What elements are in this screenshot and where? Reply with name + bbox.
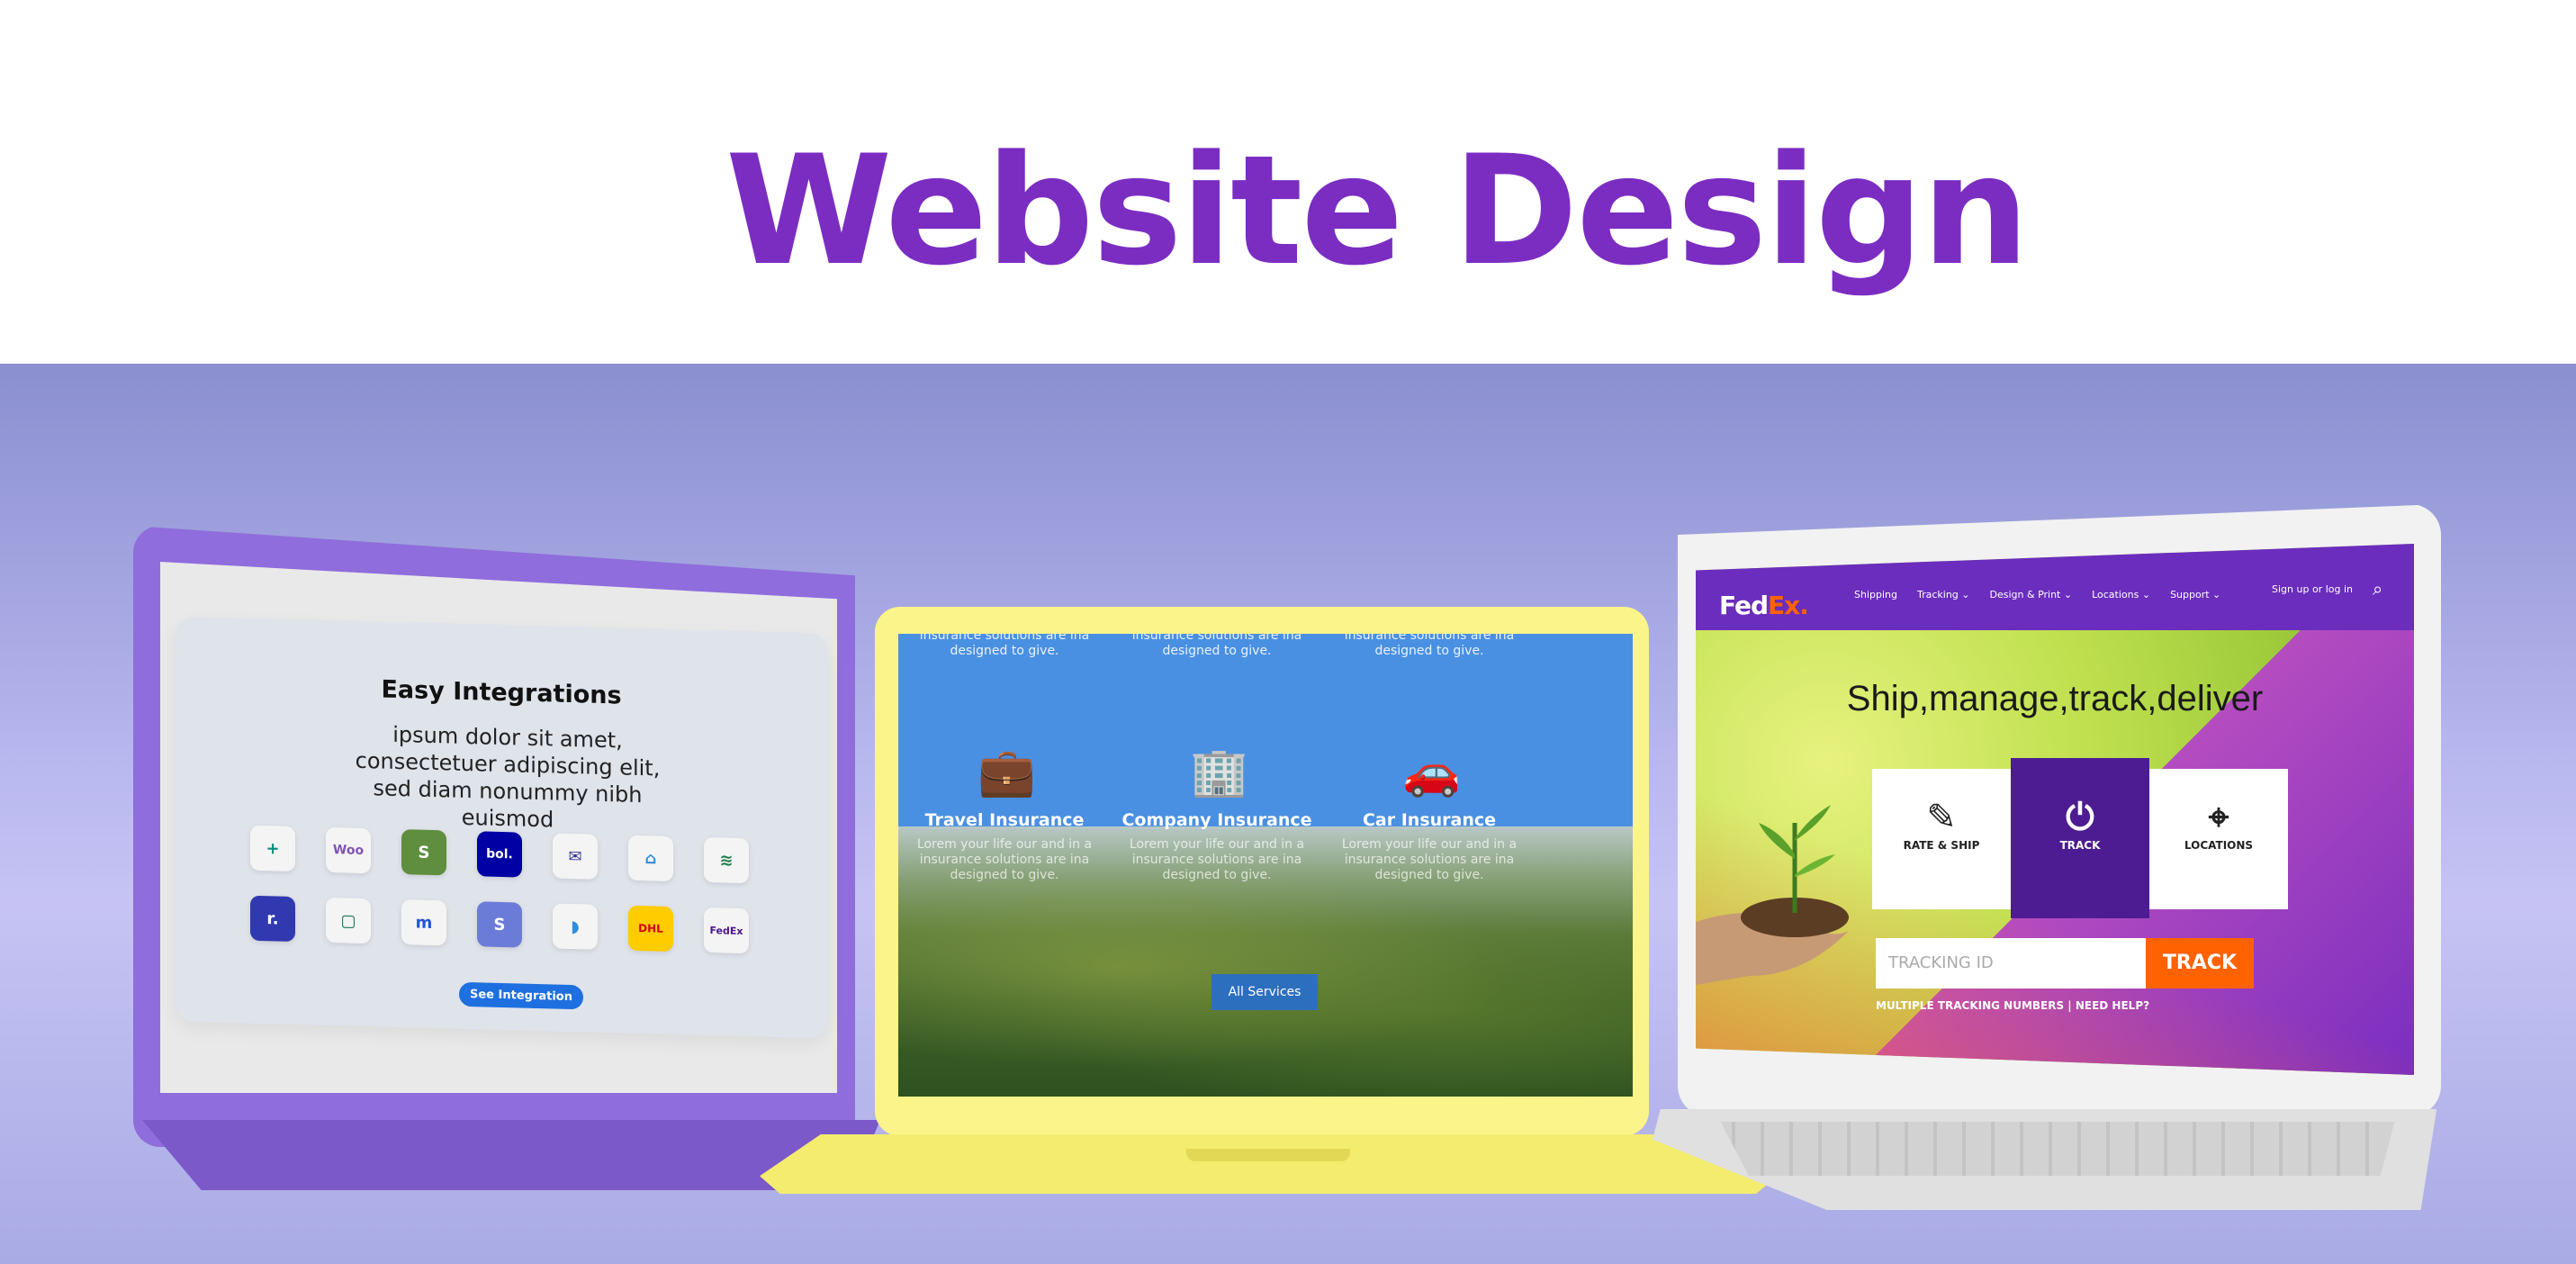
see-integration-button[interactable]: See Integration bbox=[459, 981, 583, 1010]
woocommerce-logo-icon[interactable]: Woo bbox=[326, 826, 371, 874]
logo-ex: Ex bbox=[1768, 591, 1800, 620]
home-logo-icon[interactable]: ⌂ bbox=[628, 835, 673, 882]
car-insurance-column: insurance solutions are ina designed to … bbox=[1323, 634, 1536, 883]
dhl-logo-icon[interactable]: DHL bbox=[628, 905, 673, 953]
search-icon[interactable]: ⌕ bbox=[2373, 578, 2382, 600]
column-top-text: insurance solutions are ina designed to … bbox=[1344, 634, 1515, 658]
postal-logo-icon[interactable]: ✉ bbox=[553, 833, 598, 880]
laptop-right-keyboard bbox=[1720, 1122, 2395, 1176]
m-logo-icon[interactable]: m bbox=[401, 899, 446, 946]
power-icon: ⏻ bbox=[2066, 797, 2094, 838]
square-logo-icon[interactable]: ▢ bbox=[326, 897, 371, 944]
fedex-logo-icon[interactable]: FedEx bbox=[704, 907, 749, 954]
stack-logo-icon[interactable]: ≋ bbox=[704, 836, 749, 884]
locations-label: LOCATIONS bbox=[2184, 839, 2254, 852]
integrations-text: ipsum dolor sit amet, consectetuer adipi… bbox=[355, 721, 661, 833]
insurance-site-screen: insurance solutions are ina designed to … bbox=[898, 634, 1633, 1097]
location-pin-icon: ⌖ bbox=[2208, 797, 2229, 838]
nav-design-print[interactable]: Design & Print ⌄ bbox=[1990, 589, 2073, 600]
hero-headline: Ship,manage,track,deliver bbox=[1846, 679, 2264, 718]
plant-in-hand-image bbox=[1696, 805, 1849, 985]
nav-links: Shipping Tracking ⌄ Design & Print ⌄ Loc… bbox=[1854, 589, 2220, 600]
integration-logos: + Woo S bol. ✉ ⌂ ≋ r. ▢ m S ◗ DHL FedEx bbox=[250, 825, 790, 955]
laptop-right: FedEx. Shipping Tracking ⌄ Design & Prin… bbox=[1653, 504, 2463, 1224]
d-logo-icon[interactable]: ◗ bbox=[553, 903, 598, 950]
trackpad-notch bbox=[1186, 1149, 1350, 1161]
all-services-button[interactable]: All Services bbox=[1211, 974, 1318, 1010]
rate-ship-tile[interactable]: ✎ RATE & SHIP bbox=[1872, 769, 2011, 909]
laptop-center-base bbox=[760, 1134, 1777, 1194]
help-links[interactable]: MULTIPLE TRACKING NUMBERS | NEED HELP? bbox=[1876, 999, 2149, 1012]
sign-in-link[interactable]: Sign up or log in bbox=[2272, 583, 2353, 595]
rate-ship-label: RATE & SHIP bbox=[1903, 839, 1980, 852]
header-area: Website Design bbox=[0, 0, 2576, 364]
fedex-logo[interactable]: FedEx. bbox=[1719, 591, 1809, 620]
building-icon: 🏢 bbox=[1190, 745, 1248, 799]
laptop-left: Easy Integrations ipsum dolor sit amet, … bbox=[133, 526, 880, 1190]
track-button[interactable]: TRACK bbox=[2146, 938, 2254, 989]
tracking-id-input[interactable]: TRACKING ID bbox=[1876, 938, 2146, 989]
travel-insurance-column: insurance solutions are ina designed to … bbox=[898, 634, 1111, 883]
travel-insurance-title[interactable]: Travel Insurance bbox=[898, 810, 1111, 830]
column-bottom-text: Lorem your life our and in a insurance s… bbox=[1129, 837, 1305, 882]
nav-tracking[interactable]: Tracking ⌄ bbox=[1917, 589, 1970, 600]
laptop-showcase: Easy Integrations ipsum dolor sit amet, … bbox=[0, 364, 2576, 1264]
car-insurance-title[interactable]: Car Insurance bbox=[1323, 810, 1536, 830]
r-logo-icon[interactable]: r. bbox=[250, 895, 295, 943]
column-top-text: insurance solutions are ina designed to … bbox=[1131, 634, 1302, 658]
pen-icon: ✎ bbox=[1926, 797, 1957, 838]
integrations-card: Easy Integrations ipsum dolor sit amet, … bbox=[175, 616, 828, 1039]
track-label: TRACK bbox=[2059, 839, 2101, 852]
company-insurance-column: insurance solutions are ina designed to … bbox=[1111, 634, 1323, 883]
column-top-text: insurance solutions are ina designed to … bbox=[919, 634, 1090, 658]
s-logo-icon[interactable]: S bbox=[477, 901, 522, 948]
laptop-center: insurance solutions are ina designed to … bbox=[760, 607, 1777, 1219]
column-bottom-text: Lorem your life our and in a insurance s… bbox=[916, 837, 1093, 882]
logo-fed: Fed bbox=[1719, 591, 1769, 620]
car-icon: 🚗 bbox=[1402, 745, 1461, 799]
column-bottom-text: Lorem your life our and in a insurance s… bbox=[1341, 837, 1518, 882]
track-tile[interactable]: ⏻ TRACK bbox=[2011, 758, 2149, 918]
nav-shipping[interactable]: Shipping bbox=[1854, 589, 1897, 600]
bol-logo-icon[interactable]: bol. bbox=[477, 831, 522, 878]
company-insurance-title[interactable]: Company Insurance bbox=[1111, 810, 1323, 830]
logo-dot: . bbox=[1799, 591, 1809, 620]
plus-logo-icon[interactable]: + bbox=[250, 825, 295, 872]
shopify-logo-icon[interactable]: S bbox=[401, 829, 446, 876]
briefcase-icon: 💼 bbox=[977, 745, 1036, 799]
page-title: Website Design bbox=[725, 122, 2030, 299]
integrations-title: Easy Integrations bbox=[381, 675, 622, 710]
nav-support[interactable]: Support ⌄ bbox=[2170, 589, 2220, 600]
nav-locations[interactable]: Locations ⌄ bbox=[2092, 589, 2150, 600]
fedex-site-screen: FedEx. Shipping Tracking ⌄ Design & Prin… bbox=[1696, 544, 2414, 1075]
locations-tile[interactable]: ⌖ LOCATIONS bbox=[2149, 769, 2288, 909]
